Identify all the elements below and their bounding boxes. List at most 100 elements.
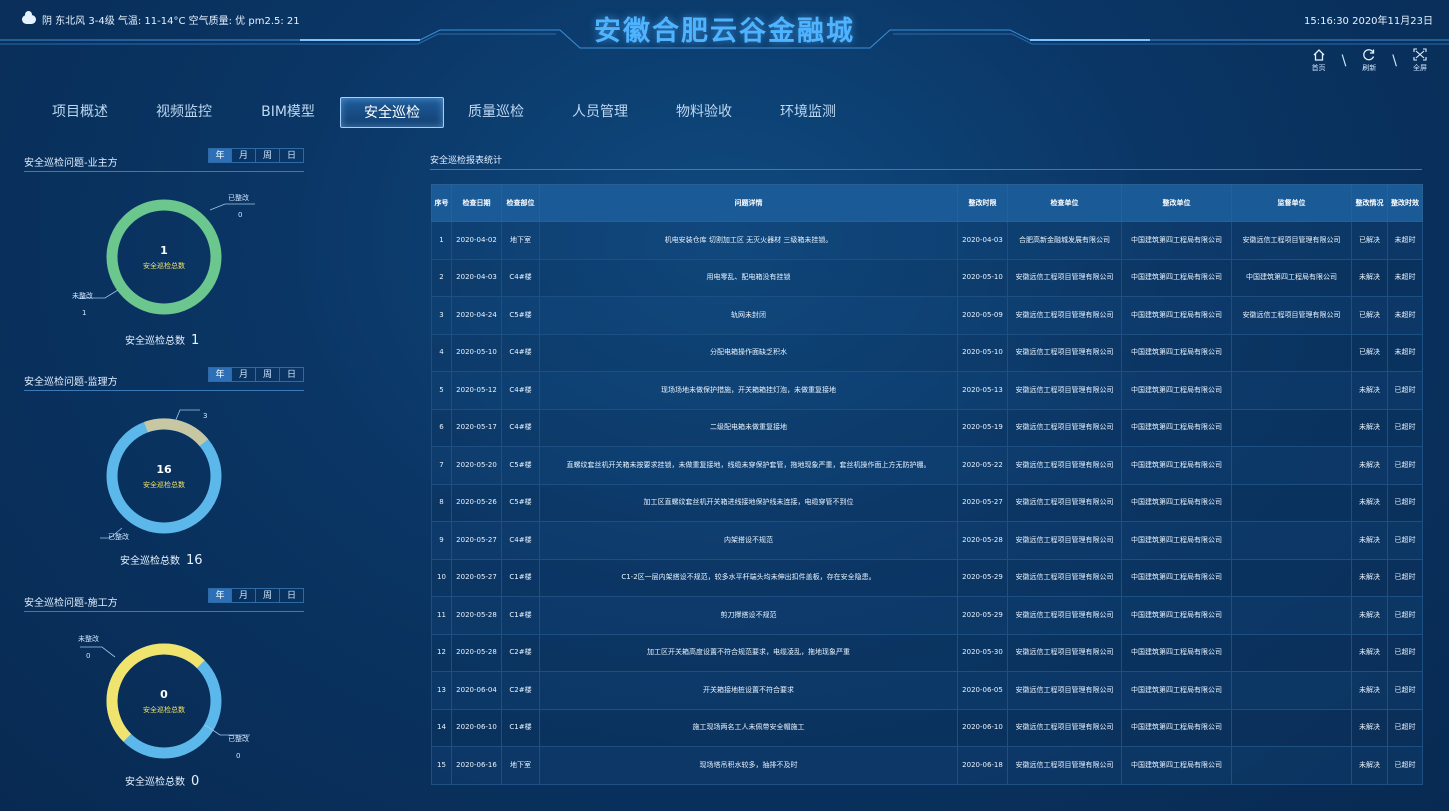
cell-inspector: 合肥高新金融城发展有限公司 [1007,221,1122,260]
period-month[interactable]: 月 [232,367,256,382]
period-month[interactable]: 月 [232,148,256,163]
col-header-location: 检查部位 [501,184,540,222]
cell-deadline: 2020-05-27 [957,483,1008,522]
cell-issue: 直螺纹套丝机开关箱未按要求挂锁，未做重复接地，线缆未穿保护套管，拖地现象严重，套… [539,446,958,485]
cell-timeliness: 已超时 [1387,408,1423,447]
cell-inspector: 安徽远信工程项目管理有限公司 [1007,671,1122,710]
cell-issue: C1-2区一层内架搭设不规范，较多水平杆端头均未伸出扣件盖板，存在安全隐患。 [539,558,958,597]
cell-deadline: 2020-05-10 [957,258,1008,297]
cell-inspector: 安徽远信工程项目管理有限公司 [1007,371,1122,410]
cell-status: 未解决 [1351,408,1388,447]
table-row[interactable]: 9 2020-05-27 C4#楼 内架搭设不规范 2020-05-28 安徽远信工程项目… [431,521,1423,560]
table-row[interactable]: 11 2020-05-28 C1#楼 剪刀撑搭设不规范 2020-05-29 安徽远信工程… [431,596,1423,635]
table-row[interactable]: 2 2020-04-03 C4#楼 用电零乱、配电箱没有挂锁 2020-05-10 安徽远… [431,258,1423,297]
cell-check-date: 2020-05-27 [451,558,502,597]
cell-supervisor: 安徽远信工程项目管理有限公司 [1231,221,1352,260]
col-header-status: 整改情况 [1351,184,1388,222]
col-header-rectifier: 整改单位 [1121,184,1232,222]
tab-safety-inspection[interactable]: 安全巡检 [340,97,444,128]
cell-issue: 二级配电箱未做重复接地 [539,408,958,447]
cell-deadline: 2020-04-03 [957,221,1008,260]
period-year[interactable]: 年 [208,367,232,382]
table-title: 安全巡检报表统计 [430,156,503,166]
cell-check-date: 2020-05-20 [451,446,502,485]
cell-status: 未解决 [1351,633,1388,672]
cell-inspector: 安徽远信工程项目管理有限公司 [1007,558,1122,597]
table-row[interactable]: 3 2020-04-24 C5#楼 轨网未封闭 2020-05-09 安徽远信工程项目管理… [431,296,1423,335]
tab-environment[interactable]: 环境监测 [756,97,860,128]
callout-unrectified-value: 3 [203,412,208,420]
toolbar: 首页 \ 刷新 \ 全屏 [1306,48,1433,73]
period-week[interactable]: 周 [256,588,280,603]
period-day[interactable]: 日 [280,148,304,163]
table-row[interactable]: 13 2020-06-04 C2#楼 开关箱接地桩设置不符合要求 2020-06-05 安… [431,671,1423,710]
table-row[interactable]: 15 2020-06-16 地下室 现场塔吊积水较多，抽排不及时 2020-06-18 安… [431,746,1423,785]
table-row[interactable]: 1 2020-04-02 地下室 机电安装仓库 切割加工区 无灭火器材 三级箱未挂锁。… [431,221,1423,260]
period-day[interactable]: 日 [280,367,304,382]
cell-timeliness: 已超时 [1387,708,1423,747]
callout-lines [100,409,200,539]
panel-title: 安全巡检问题-监理方 [24,377,118,388]
col-header-timeliness: 整改时效 [1387,184,1423,222]
cell-issue: 用电零乱、配电箱没有挂锁 [539,258,958,297]
period-year[interactable]: 年 [208,588,232,603]
cell-issue: 内架搭设不规范 [539,521,958,560]
tab-bim-model[interactable]: BIM模型 [236,97,340,128]
cell-rectifier: 中国建筑第四工程局有限公司 [1121,258,1232,297]
table-row[interactable]: 14 2020-06-10 C1#楼 施工现场两名工人未佩带安全帽施工 2020-06-… [431,708,1423,747]
tab-quality-inspection[interactable]: 质量巡检 [444,97,548,128]
table-row[interactable]: 10 2020-05-27 C1#楼 C1-2区一层内架搭设不规范，较多水平杆端头均未… [431,558,1423,597]
cell-index: 13 [431,671,452,710]
cell-location: C4#楼 [501,371,540,410]
cell-location: C4#楼 [501,258,540,297]
cell-status: 未解决 [1351,558,1388,597]
tab-video-monitor[interactable]: 视频监控 [132,97,236,128]
table-row[interactable]: 4 2020-05-10 C4#楼 分配电箱操作面缺乏积水 2020-05-10 安徽远信… [431,333,1423,372]
panel-supervisor-header: 安全巡检问题-监理方 年 月 周 日 [24,367,304,391]
cell-location: C1#楼 [501,558,540,597]
refresh-button[interactable]: 刷新 [1356,48,1382,73]
home-button[interactable]: 首页 [1306,48,1332,73]
cell-deadline: 2020-05-30 [957,633,1008,672]
cell-location: C1#楼 [501,596,540,635]
cell-issue: 剪刀撑搭设不规范 [539,596,958,635]
period-month[interactable]: 月 [232,588,256,603]
cell-supervisor [1231,671,1352,710]
cell-check-date: 2020-05-26 [451,483,502,522]
cell-inspector: 安徽远信工程项目管理有限公司 [1007,483,1122,522]
period-week[interactable]: 周 [256,367,280,382]
cell-supervisor [1231,371,1352,410]
cell-supervisor [1231,596,1352,635]
cell-index: 3 [431,296,452,335]
cell-issue: 现场塔吊积水较多，抽排不及时 [539,746,958,785]
period-week[interactable]: 周 [256,148,280,163]
period-year[interactable]: 年 [208,148,232,163]
table-row[interactable]: 5 2020-05-12 C4#楼 现场场地未做保护措施，开关箱箱挂灯泡，未做重复接地… [431,371,1423,410]
cell-supervisor: 安徽远信工程项目管理有限公司 [1231,296,1352,335]
tab-material-acceptance[interactable]: 物料验收 [652,97,756,128]
cell-check-date: 2020-04-03 [451,258,502,297]
tab-project-overview[interactable]: 项目概述 [28,97,132,128]
cell-index: 11 [431,596,452,635]
cell-inspector: 安徽远信工程项目管理有限公司 [1007,258,1122,297]
table-row[interactable]: 6 2020-05-17 C4#楼 二级配电箱未做重复接地 2020-05-19 安徽远信… [431,408,1423,447]
cell-check-date: 2020-05-17 [451,408,502,447]
total-value: 0 [191,774,200,789]
cell-index: 8 [431,483,452,522]
callout-rectified-label: 已整改 [228,735,249,743]
tab-personnel[interactable]: 人员管理 [548,97,652,128]
top-bar: 阴 东北风 3-4级 气温: 11-14°C 空气质量: 优 pm2.5: 21… [0,0,1449,60]
cell-timeliness: 已超时 [1387,483,1423,522]
cell-rectifier: 中国建筑第四工程局有限公司 [1121,483,1232,522]
cell-rectifier: 中国建筑第四工程局有限公司 [1121,371,1232,410]
table-row[interactable]: 12 2020-05-28 C2#楼 加工区开关箱高度设置不符合规范要求，电缆凌乱，拖… [431,633,1423,672]
cell-inspector: 安徽远信工程项目管理有限公司 [1007,333,1122,372]
cell-status: 未解决 [1351,446,1388,485]
cell-issue: 分配电箱操作面缺乏积水 [539,333,958,372]
period-day[interactable]: 日 [280,588,304,603]
table-row[interactable]: 7 2020-05-20 C5#楼 直螺纹套丝机开关箱未按要求挂锁，未做重复接地，线缆… [431,446,1423,485]
fullscreen-button[interactable]: 全屏 [1407,48,1433,73]
col-header-index: 序号 [431,184,452,222]
cell-index: 1 [431,221,452,260]
table-row[interactable]: 8 2020-05-26 C5#楼 加工区直螺纹套丝机开关箱进线接地保护线未连接，电缆… [431,483,1423,522]
